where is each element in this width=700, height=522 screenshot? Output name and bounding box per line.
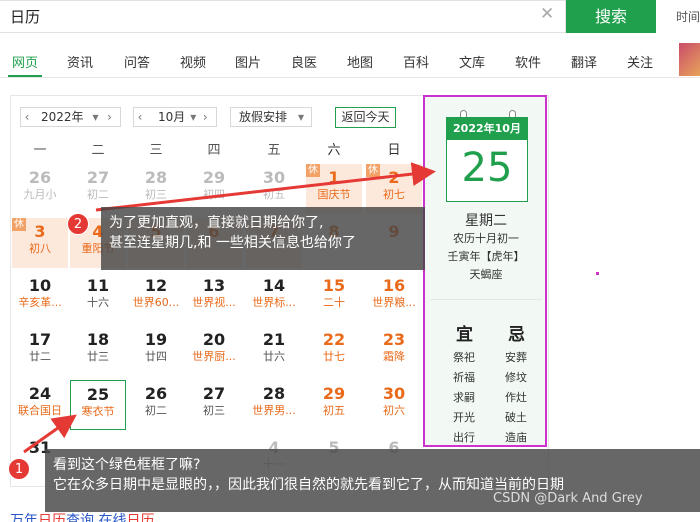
annotation-number-1: 1 <box>8 458 30 480</box>
annotation-number-2: 2 <box>67 213 89 235</box>
annotation-2-line1: 为了更加直观，直接就日期给你了, <box>109 215 324 231</box>
footer-text-c: 查询 在线 <box>66 513 127 522</box>
arrow-to-panel <box>95 162 436 212</box>
arrow-to-selected-date <box>23 414 77 454</box>
watermark: CSDN @Dark And Grey <box>493 491 643 506</box>
footer-text-d: 日历 <box>126 513 155 522</box>
footer-text-a: 万年 <box>10 513 38 522</box>
annotation-1-line1: 看到这个绿色框框了嘛? <box>53 457 201 473</box>
footer-text-b: 日历 <box>38 513 66 522</box>
annotation-box-2: 为了更加直观，直接就日期给你了, 甚至连星期几,和 一些相关信息也给你了 <box>101 207 425 270</box>
annotation-2-line2: 甚至连星期几,和 一些相关信息也给你了 <box>109 235 356 251</box>
footer-link[interactable]: 万年日历查询 在线日历 <box>10 510 154 522</box>
page: 日历 ✕ 搜索 时间 网页 资讯 问答 视频 图片 良医 地图 百科 文库 软件… <box>0 0 700 522</box>
